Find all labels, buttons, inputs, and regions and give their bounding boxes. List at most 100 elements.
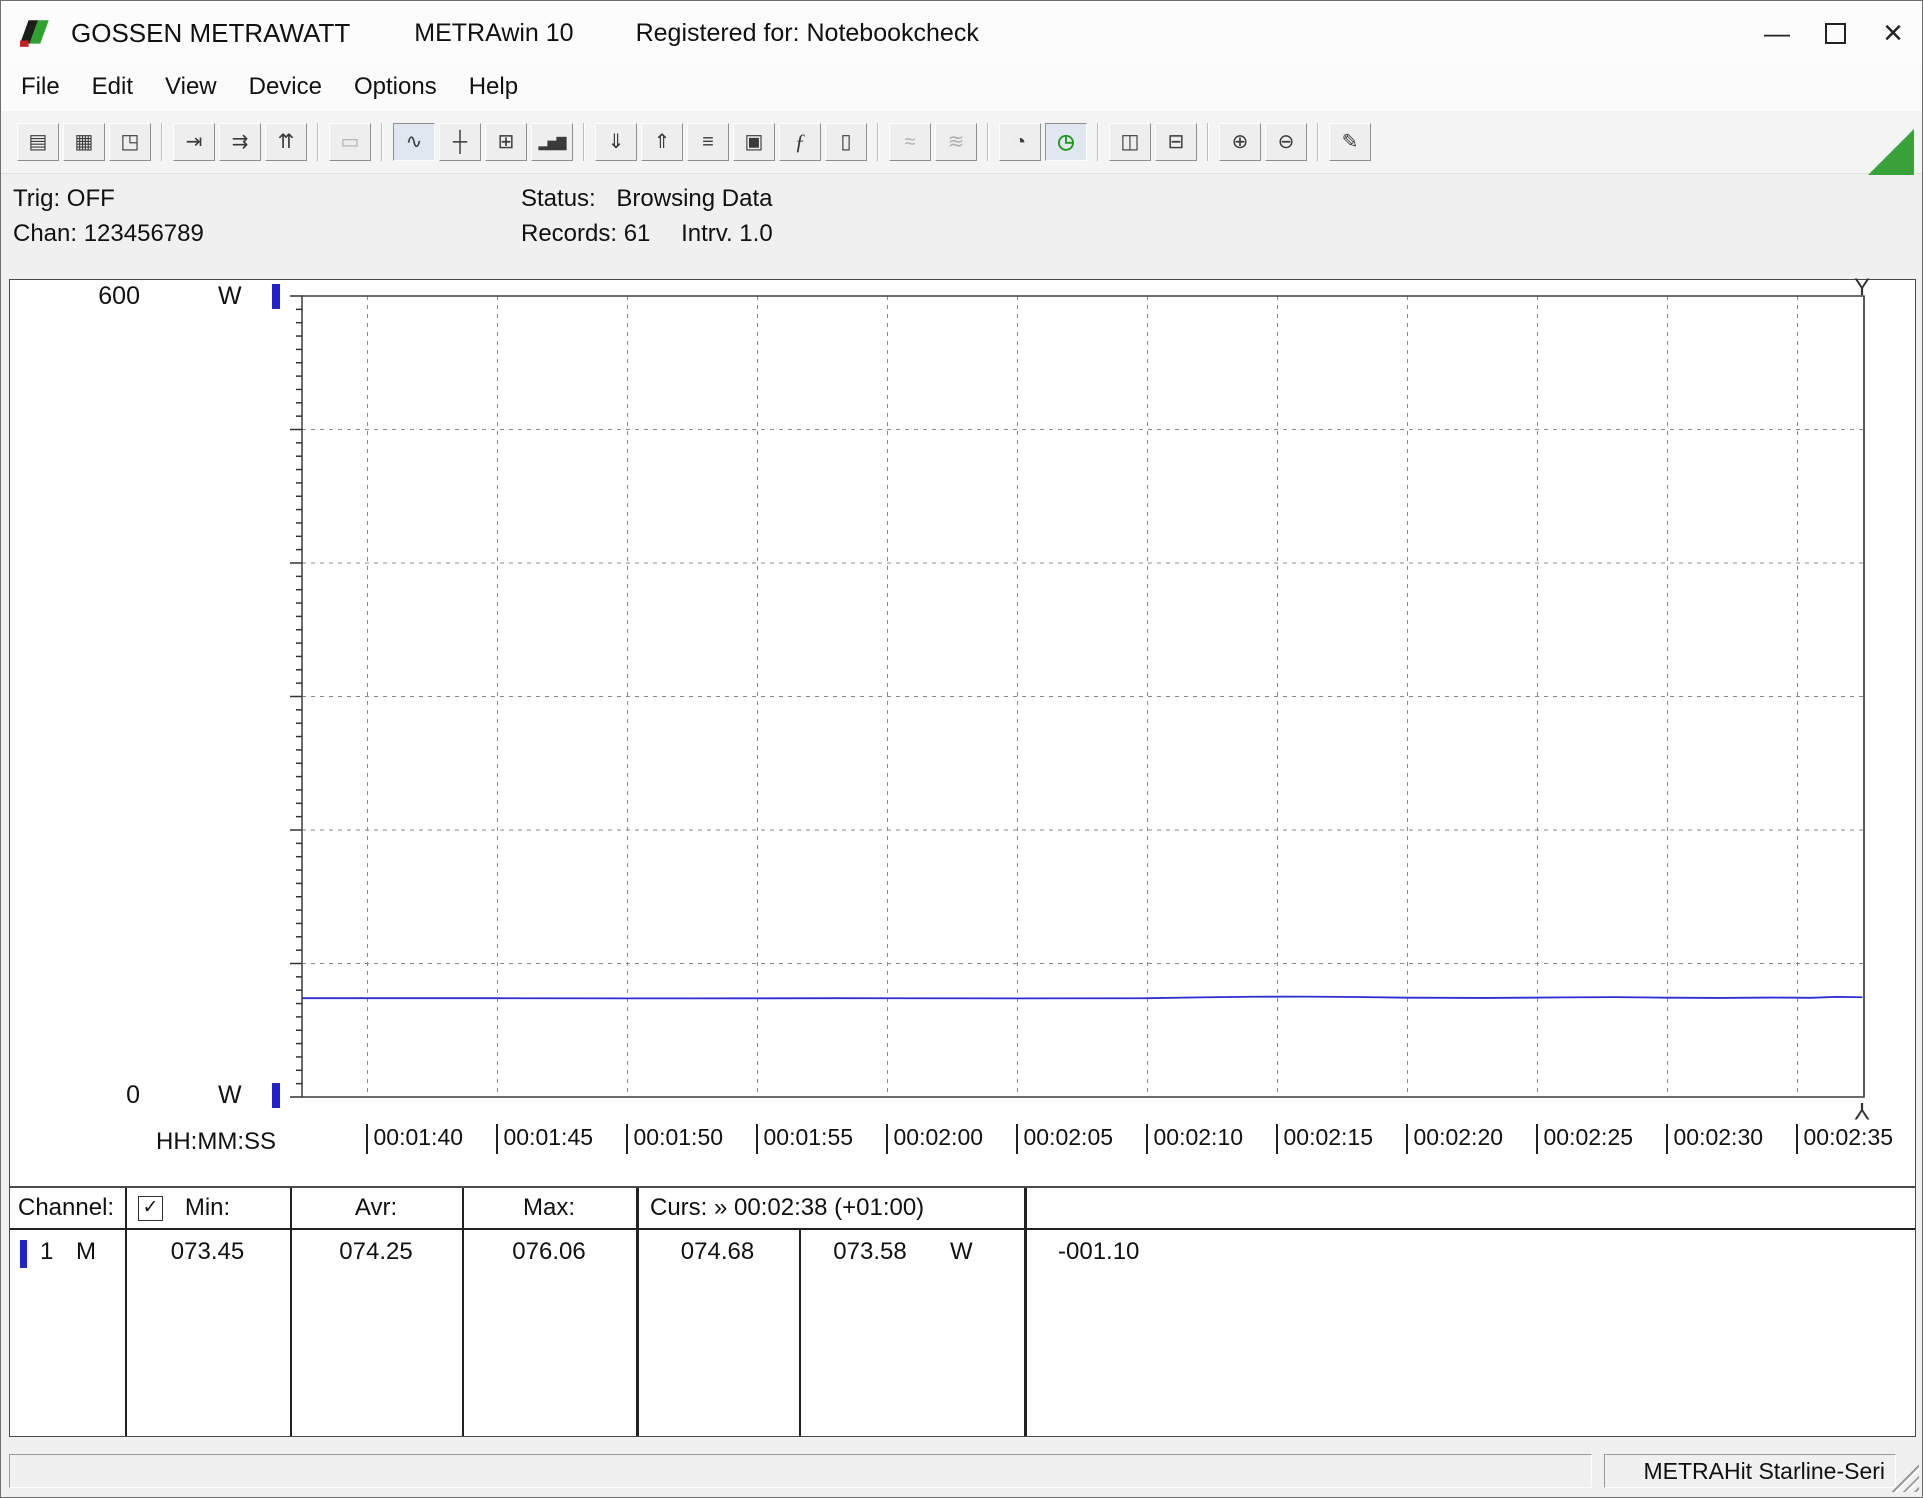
device-upload-icon[interactable]: ⇑ (641, 123, 683, 161)
crosshair-icon[interactable]: ┼ (439, 123, 481, 161)
x-tick-label: 00:02:00 (886, 1124, 984, 1154)
cursor-handle-top-icon[interactable]: Y (1854, 274, 1870, 302)
channel-marker-bottom (272, 1083, 280, 1108)
channel-1-color-marker (20, 1240, 27, 1268)
save-icon[interactable]: ▤ (17, 123, 59, 161)
envelope-icon: ≋ (948, 132, 965, 152)
print-icon[interactable]: ⊟ (1155, 123, 1197, 161)
toolbar: ▤ ▦ ◳ ⇥⇉⇈ ▭ ∿ ┼ ⊞▂▅▇ ⇓ ⇑ ≡ ▣ ƒ ▯ ≈ ≋ ◔ ◷ ◫ ⊟ ⊕ ⊖ ✎ (1, 111, 1922, 174)
menu-bar: FileEditViewDeviceOptionsHelp (1, 65, 1922, 111)
print-preview-icon: ◫ (1121, 132, 1140, 152)
log-list-icon: ≡ (702, 132, 714, 152)
x-tick-label: 00:01:40 (366, 1124, 464, 1154)
live-monitor-icon: ▣ (745, 132, 764, 152)
toolbar-separator (877, 123, 879, 161)
x-tick-label: 00:01:50 (626, 1124, 724, 1154)
registered-for-text: Registered for: Notebookcheck (636, 19, 979, 48)
y-axis-unit-top: W (218, 282, 242, 311)
menu-file[interactable]: File (7, 69, 78, 107)
menu-options[interactable]: Options (340, 69, 455, 107)
crosshair-icon: ┼ (453, 132, 467, 152)
x-tick-label: 00:02:05 (1016, 1124, 1114, 1154)
x-tick-label: 00:02:20 (1406, 1124, 1504, 1154)
cursor-column-header: Curs: » 00:02:38 (+01:00) (650, 1194, 924, 1222)
chart-view-icon[interactable]: ∿ (393, 123, 435, 161)
avr-column-header: Avr: (290, 1194, 462, 1222)
x-tick-label: 00:02:25 (1536, 1124, 1634, 1154)
metrawin-window: GOSSEN METRAWATT METRAwin 10 Registered … (0, 0, 1923, 1498)
zoom-out-icon: ⊖ (1278, 132, 1295, 152)
annotation-icon[interactable]: ✎ (1329, 123, 1371, 161)
function-icon[interactable]: ƒ (779, 123, 821, 161)
column-divider (636, 1188, 639, 1436)
x-tick-label: 00:01:55 (756, 1124, 854, 1154)
channel-list: Chan: 123456789 (13, 216, 204, 251)
gauge-icon: ◔ (1014, 132, 1026, 152)
status-label: Status: (521, 185, 596, 212)
toolbar-separator (1317, 123, 1319, 161)
y-axis-max-label: 600 (68, 282, 140, 311)
column-divider (290, 1188, 292, 1436)
toolbar-separator (381, 123, 383, 161)
device-memory-icon: ▯ (840, 132, 851, 152)
toolbar-separator (1097, 123, 1099, 161)
chart-panel: 600 W 0 W HH:MM:SS 00:01:4000:01:4500:01… (9, 279, 1916, 1187)
timer-icon[interactable]: ◷ (1045, 123, 1087, 161)
waveform-icon[interactable]: ≈ (889, 123, 931, 161)
minimize-button[interactable]: — (1748, 1, 1806, 65)
cursor-b-value: 073.58 (810, 1238, 930, 1266)
open-file-icon: ◳ (121, 132, 140, 152)
status-bar-message-area (9, 1454, 1592, 1488)
device-download-icon[interactable]: ⇓ (595, 123, 637, 161)
menu-help[interactable]: Help (455, 69, 536, 107)
zoom-out-icon[interactable]: ⊖ (1265, 123, 1307, 161)
interval-value: Intrv. 1.0 (681, 220, 773, 247)
save-as-icon: ▦ (75, 132, 94, 152)
column-divider (462, 1188, 464, 1436)
device-memory-icon[interactable]: ▯ (825, 123, 867, 161)
keyboard-icon[interactable]: ▭ (329, 123, 371, 161)
cursor-handle-bottom-icon[interactable]: Y (1854, 1096, 1870, 1124)
save-as-icon[interactable]: ▦ (63, 123, 105, 161)
power-chart-plot[interactable] (10, 280, 1915, 1186)
export-report-icon[interactable]: ⇥ (173, 123, 215, 161)
channel-marker-top (272, 284, 280, 309)
cursor-delta-value: -001.10 (1058, 1238, 1139, 1266)
table-view-icon[interactable]: ⊞ (485, 123, 527, 161)
min-column-header: Min: (125, 1194, 290, 1222)
menu-device[interactable]: Device (235, 69, 340, 107)
log-list-icon[interactable]: ≡ (687, 123, 729, 161)
gauge-icon[interactable]: ◔ (999, 123, 1041, 161)
maximize-button[interactable] (1806, 1, 1864, 65)
zoom-in-icon: ⊕ (1232, 132, 1249, 152)
print-preview-icon[interactable]: ◫ (1109, 123, 1151, 161)
max-value: 076.06 (462, 1238, 636, 1266)
toolbar-separator (987, 123, 989, 161)
column-divider (1024, 1188, 1027, 1436)
close-button[interactable]: × (1864, 1, 1922, 65)
column-divider (125, 1188, 127, 1436)
measurements-table: Channel: ✓ Min: Avr: Max: Curs: » 00:02:… (9, 1187, 1916, 1437)
export-clipboard-icon[interactable]: ⇈ (265, 123, 307, 161)
live-monitor-icon[interactable]: ▣ (733, 123, 775, 161)
open-file-icon[interactable]: ◳ (109, 123, 151, 161)
records-count: Records: 61 (521, 220, 650, 247)
function-icon: ƒ (795, 131, 806, 153)
brand-title: GOSSEN METRAWATT (71, 18, 350, 49)
menu-edit[interactable]: Edit (78, 69, 151, 107)
zoom-in-icon[interactable]: ⊕ (1219, 123, 1261, 161)
maximize-icon (1825, 23, 1846, 44)
histogram-icon[interactable]: ▂▅▇ (531, 123, 573, 161)
save-icon: ▤ (29, 132, 48, 152)
export-data-icon[interactable]: ⇉ (219, 123, 261, 161)
toolbar-separator (161, 123, 163, 161)
envelope-icon[interactable]: ≋ (935, 123, 977, 161)
device-download-icon: ⇓ (608, 132, 625, 152)
x-tick-label: 00:02:35 (1796, 1124, 1894, 1154)
annotation-icon: ✎ (1342, 132, 1359, 152)
menu-view[interactable]: View (151, 69, 235, 107)
trigger-channel-info: Trig: OFF Chan: 123456789 (13, 181, 204, 251)
toolbar-separator (1207, 123, 1209, 161)
column-divider (799, 1228, 801, 1436)
chart-view-icon: ∿ (406, 132, 423, 152)
